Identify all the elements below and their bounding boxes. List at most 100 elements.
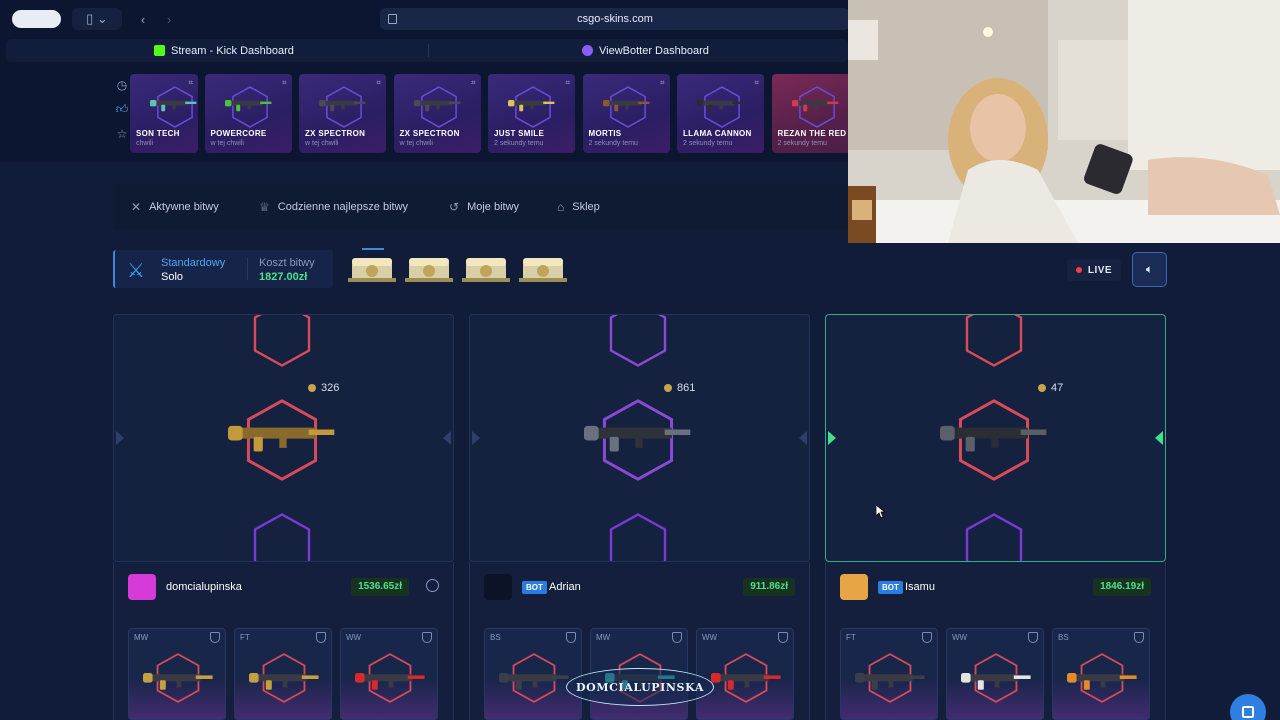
player-total: 1536.65zł <box>351 578 409 596</box>
chat-button[interactable] <box>1230 694 1266 720</box>
speaker-icon: 🔈︎ <box>1145 262 1154 276</box>
player-total: 1846.19zł <box>1093 578 1151 596</box>
coin-icon <box>308 384 316 392</box>
nav-my-battles[interactable]: ↺ Moje bitwy <box>449 184 519 230</box>
webcam-overlay <box>848 0 1280 243</box>
wear-label: FT <box>240 633 250 642</box>
back-icon[interactable]: ‹ <box>130 8 156 30</box>
shield-icon <box>566 632 576 643</box>
skin-image <box>506 96 558 112</box>
live-drops-strip: ◷ 👍︎ ☆ ⌗ SON TECH chwili ⌗ POWERCORE w tej ch… <box>0 66 859 162</box>
drop-card[interactable]: ⌗ POWERCORE w tej chwili <box>204 74 292 153</box>
won-item-card[interactable]: MW <box>128 628 226 720</box>
skin-image <box>695 96 747 112</box>
drop-time: w tej chwili <box>210 140 244 147</box>
player-items: FT WW BS <box>825 614 1166 720</box>
address-bar[interactable]: csgo-skins.com <box>380 8 850 30</box>
sound-toggle-button[interactable]: 🔈︎ <box>1132 252 1167 287</box>
tab-label: ViewBotter Dashboard <box>599 44 709 57</box>
won-item-card[interactable]: WW <box>946 628 1044 720</box>
drop-card[interactable]: ⌗ JUST SMILE 2 sekundy temu <box>488 74 575 153</box>
drop-time: 2 sekundy temu <box>588 140 638 147</box>
reel-next-hex-icon <box>600 513 676 561</box>
history-icon: ↺ <box>449 200 460 214</box>
nav-label: Moje bitwy <box>467 201 520 213</box>
kick-icon <box>154 45 165 56</box>
live-label: LIVE <box>1087 264 1113 276</box>
nav-active-battles[interactable]: ✕ Aktywne bitwy <box>131 184 219 230</box>
bot-badge: BOT <box>878 581 903 594</box>
clock-icon[interactable]: ◷ <box>117 78 127 92</box>
sidebar-toggle-icon[interactable]: ▯ ⌄ <box>72 8 122 30</box>
tab-kick-dashboard[interactable]: Stream - Kick Dashboard <box>154 39 294 62</box>
won-item-card[interactable]: FT <box>840 628 938 720</box>
avatar[interactable] <box>840 574 868 600</box>
drop-type-icon: ⌗ <box>281 78 287 87</box>
player-items: MW FT WW <box>113 614 454 720</box>
url-text: csgo-skins.com <box>577 13 653 25</box>
won-item-card[interactable]: BS <box>484 628 582 720</box>
cost-value: 1827.00zł <box>259 271 308 283</box>
coin-icon <box>664 384 672 392</box>
won-item-card[interactable]: FT <box>234 628 332 720</box>
avatar[interactable] <box>484 574 512 600</box>
nav-daily-best[interactable]: ♕ Codzienne najlepsze bitwy <box>259 184 408 230</box>
battle-case[interactable] <box>519 252 567 288</box>
drop-type-icon: ⌗ <box>376 78 381 87</box>
stream-logo-overlay: DOMCIALUPINSKA <box>566 668 714 706</box>
reel-right-marker-icon <box>1155 431 1163 445</box>
won-item-card[interactable]: BS <box>1052 628 1150 720</box>
drop-name: MORTIS <box>588 129 622 138</box>
swords-icon: ✕ <box>131 200 142 214</box>
reel-prev-hex-icon <box>956 315 1032 372</box>
player-header: BOT Isamu 1846.19zł <box>825 562 1166 614</box>
coin-value: 326 <box>308 382 339 394</box>
forward-icon[interactable]: › <box>156 8 182 30</box>
window-controls[interactable] <box>12 10 61 28</box>
webcam-scene <box>848 0 1280 243</box>
drop-type-icon: ⌗ <box>754 78 759 87</box>
drop-card[interactable]: ⌗ ZX SPECTRON w tej chwili <box>299 74 386 153</box>
won-item-card[interactable]: WW <box>340 628 438 720</box>
wear-label: BS <box>1058 633 1069 642</box>
battle-case[interactable] <box>348 252 396 288</box>
nav-shop[interactable]: ⌂ Sklep <box>557 184 600 230</box>
drop-card[interactable]: ⌗ LLAMA CANNON 2 sekundy temu <box>677 74 764 153</box>
battle-case[interactable] <box>462 252 510 288</box>
battle-case[interactable] <box>405 252 453 288</box>
drop-time: 2 sekundy temu <box>777 140 827 147</box>
skin-image <box>317 96 369 112</box>
item-skin-image <box>961 667 1033 696</box>
tab-viewbotter-dashboard[interactable]: ViewBotter Dashboard <box>582 39 709 62</box>
viewbotter-icon <box>582 45 593 56</box>
shield-icon <box>1134 632 1144 643</box>
drop-card[interactable]: ⌗REZAN THE RED2 sekundy temu <box>771 74 859 153</box>
skin-image <box>148 96 198 112</box>
item-skin-image <box>711 667 783 696</box>
drop-time: 2 sekundy temu <box>683 140 733 147</box>
shield-icon <box>672 632 682 643</box>
avatar[interactable] <box>128 574 156 600</box>
battle-nav: ✕ Aktywne bitwy ♕ Codzienne najlepsze bi… <box>113 184 848 230</box>
won-item-card[interactable]: WW <box>696 628 794 720</box>
item-skin-image <box>1067 667 1139 696</box>
player-reel: 47 <box>825 314 1166 562</box>
drop-name: SON TECH <box>136 129 180 138</box>
chat-icon <box>1242 706 1254 718</box>
reel-next-hex-icon <box>956 513 1032 561</box>
wear-label: WW <box>952 633 968 642</box>
wear-label: MW <box>596 633 611 642</box>
coin-value: 861 <box>664 382 695 394</box>
drop-card[interactable]: ⌗ ZX SPECTRON w tej chwili <box>393 74 481 153</box>
drop-type-icon: ⌗ <box>470 78 476 87</box>
emoji-icon[interactable] <box>426 579 439 592</box>
shield-icon <box>316 632 326 643</box>
thumbs-up-icon[interactable]: 👍︎ <box>116 102 129 117</box>
item-skin-image <box>355 667 427 696</box>
drop-card[interactable]: ⌗ SON TECH chwili <box>130 74 198 153</box>
item-skin-image <box>249 667 321 696</box>
star-icon[interactable]: ☆ <box>117 127 128 141</box>
drop-card[interactable]: ⌗ MORTIS 2 sekundy temu <box>582 74 670 153</box>
screen: ▯ ⌄ ‹ › csgo-skins.com Stream - Kick Das… <box>0 0 1280 720</box>
reel-left-marker-icon <box>116 431 124 445</box>
